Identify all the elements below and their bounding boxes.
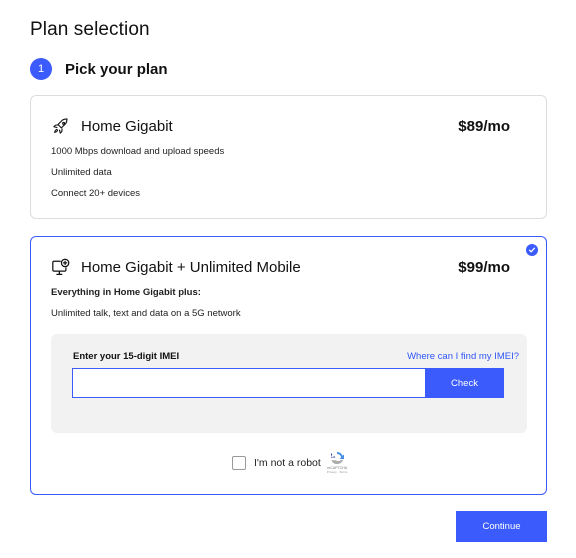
imei-check-button[interactable]: Check — [425, 368, 504, 398]
selected-check-icon — [526, 244, 538, 256]
plan-card-home-gigabit[interactable]: Home Gigabit $89/mo 1000 Mbps download a… — [30, 95, 547, 219]
page-title: Plan selection — [30, 19, 150, 40]
recaptcha-checkbox[interactable] — [232, 455, 246, 470]
step-label: Pick your plan — [65, 60, 168, 78]
plan-header: Home Gigabit + Unlimited Mobile $99/mo — [51, 257, 510, 277]
plan-feature: Connect 20+ devices — [51, 188, 140, 199]
imei-panel: Enter your 15-digit IMEI Where can I fin… — [51, 334, 527, 433]
recaptcha-logo: reCAPTCHA Privacy - Terms — [327, 451, 348, 474]
plan-feature: Unlimited data — [51, 167, 112, 178]
step-indicator: 1 Pick your plan — [30, 58, 168, 80]
rocket-icon — [51, 116, 71, 136]
plan-price: $99/mo — [458, 258, 510, 276]
imei-input[interactable] — [72, 368, 425, 398]
step-number-badge: 1 — [30, 58, 52, 80]
imei-help-link[interactable]: Where can I find my IMEI? — [407, 351, 519, 362]
plan-header: Home Gigabit $89/mo — [51, 116, 510, 136]
imei-label: Enter your 15-digit IMEI — [73, 351, 180, 362]
plan-name: Home Gigabit + Unlimited Mobile — [81, 258, 301, 276]
continue-button[interactable]: Continue — [456, 511, 547, 542]
recaptcha-icon — [331, 451, 345, 465]
plan-name: Home Gigabit — [81, 117, 173, 135]
plan-feature: Unlimited talk, text and data on a 5G ne… — [51, 308, 241, 319]
monitor-plus-icon — [51, 257, 71, 277]
plan-subtitle: Everything in Home Gigabit plus: — [51, 287, 201, 298]
recaptcha-widget: I'm not a robot reCAPTCHA Privacy - Term… — [232, 451, 347, 474]
recaptcha-label: I'm not a robot — [254, 456, 321, 469]
plan-card-home-gigabit-unlimited-mobile[interactable]: Home Gigabit + Unlimited Mobile $99/mo E… — [30, 236, 547, 495]
plan-feature: 1000 Mbps download and upload speeds — [51, 146, 225, 157]
plan-price: $89/mo — [458, 117, 510, 135]
recaptcha-terms[interactable]: Privacy - Terms — [327, 470, 348, 474]
